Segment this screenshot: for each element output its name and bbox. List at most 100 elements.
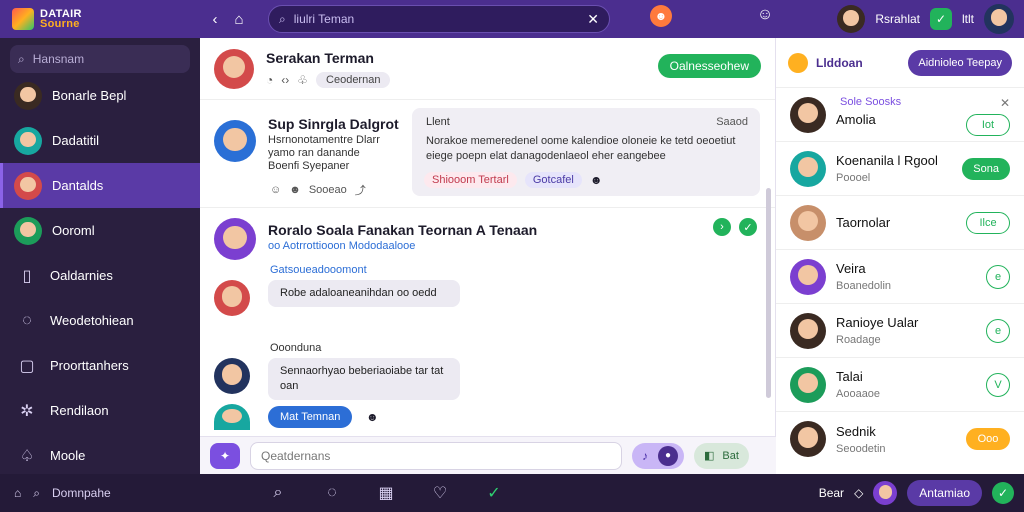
contact-action[interactable]: Ilce [966, 211, 1010, 234]
panel-action-button[interactable]: Aidnioleo Teepay [908, 49, 1012, 76]
message-bubble: Robe adaloaneanihdan oo oedd [268, 280, 460, 307]
contact-action[interactable]: V [986, 372, 1010, 397]
thread-name: Sup Sinrgla Dalgrot [268, 116, 399, 132]
contact-action[interactable]: Ooo [966, 428, 1010, 450]
contact-row[interactable]: Taornolar Ilce [776, 196, 1024, 250]
avatar[interactable] [214, 358, 250, 394]
like-icon[interactable]: ♧ [297, 73, 308, 87]
contact-action[interactable]: e [986, 318, 1010, 343]
top-bar: DATAIR Sourne ‹ ⌂ ⌕ liulri Teman ✕ ☻ ☺ R… [0, 0, 1024, 38]
contact-row[interactable]: Sole Soosks ✕ Amolia Iot [776, 88, 1024, 142]
bottom-bar: ⌂ ⌕ Domnpahe ⌕ ◌ ▦ ♡ ✓ Bear ◇ Antamiao ✓ [0, 474, 1024, 512]
attach-icon[interactable]: ✦ [210, 442, 240, 469]
sidebar-search[interactable]: ⌕ Hansnam [10, 45, 190, 73]
send-label: Bat [722, 449, 739, 462]
bottom-right-label[interactable]: Bear [819, 486, 844, 500]
reply-icon[interactable]: ⤴ [355, 182, 366, 198]
logo-icon [12, 8, 34, 30]
check-icon[interactable]: › [713, 218, 731, 236]
avatar[interactable] [214, 280, 250, 316]
avatar[interactable] [214, 404, 250, 430]
home-icon[interactable]: ⌂ [230, 10, 248, 28]
contact-action[interactable]: Sona [962, 157, 1010, 180]
sidebar-item[interactable]: ✲ Rendilaon [0, 388, 200, 433]
voice-button[interactable]: ♪ ● [632, 442, 684, 469]
sidebar-item[interactable]: ◌ Weodetohiean [0, 298, 200, 343]
sidebar-item[interactable]: ♤ Moole [0, 433, 200, 478]
avatar [14, 171, 42, 200]
bell-icon: ♤ [19, 447, 35, 465]
check-icon[interactable]: ✓ [992, 482, 1014, 504]
sidebar-item[interactable]: Dadatitil [0, 118, 200, 163]
contact-action[interactable]: e [986, 264, 1010, 289]
reply-icon[interactable]: ‹› [281, 73, 289, 87]
card-label: Llent [426, 116, 450, 128]
message-bubble: Sennaorhyao beberiaoiabe tar tat oan [268, 358, 460, 400]
tag[interactable]: Gotcafel [524, 172, 582, 188]
app: DATAIR Sourne ‹ ⌂ ⌕ liulri Teman ✕ ☻ ☺ R… [0, 0, 1024, 512]
search-icon[interactable]: ⌕ [264, 484, 292, 502]
emoji-icon[interactable]: ☻ [590, 173, 603, 187]
contact-row[interactable]: Sednik Seoodetin Ooo [776, 412, 1024, 466]
diamond-icon[interactable]: ◇ [854, 486, 863, 500]
avatar [790, 421, 826, 457]
notification-icon[interactable]: ☻ [650, 5, 672, 27]
sidebar-search-input[interactable]: Hansnam [33, 52, 84, 66]
sidebar-item-active[interactable]: Dantalds [0, 163, 200, 208]
contact-row[interactable]: Talai Aooaaoe V [776, 358, 1024, 412]
status-text: ltlt [962, 12, 974, 26]
avatar[interactable] [873, 481, 898, 505]
people-icon[interactable]: ☺ [754, 6, 776, 28]
sidebar-item[interactable]: ▯ Oaldarnies [0, 253, 200, 298]
close-icon[interactable]: ✕ [1000, 96, 1010, 110]
bottom-action-button[interactable]: Antamiao [907, 480, 982, 506]
scrollbar[interactable] [766, 188, 771, 398]
clock-icon[interactable]: ◔ [266, 73, 273, 87]
check-icon[interactable]: ✓ [480, 483, 508, 503]
contact-row[interactable]: Koenanila l Rgool Poooel Sona [776, 142, 1024, 196]
group-subtitle[interactable]: oo Aotrrottiooon Mododaalooe [268, 240, 415, 252]
heart-icon[interactable]: ☺ [270, 184, 281, 196]
search-bar[interactable]: ⌕ liulri Teman ✕ [268, 5, 610, 33]
contact-row[interactable]: Veira Boanedolin e [776, 250, 1024, 304]
contact-action[interactable]: Iot [966, 114, 1010, 136]
lock-icon[interactable]: ⌂ [14, 486, 21, 500]
contact-row[interactable]: Ranioye Ualar Roadage e [776, 304, 1024, 358]
contact-name: Veira [836, 261, 866, 276]
search-icon: ⌕ [279, 11, 286, 26]
mic-icon: ♪ [642, 448, 648, 463]
clear-icon[interactable]: ✕ [587, 11, 599, 28]
sidebar-item[interactable]: Bonarle Bepl [0, 73, 200, 118]
message-card[interactable]: Llent Saaod Norakoe memeredenel oome kal… [412, 108, 760, 196]
sidebar-item[interactable]: Ooroml [0, 208, 200, 253]
avatar[interactable] [214, 48, 254, 89]
sidebar-item-label: Ooroml [52, 223, 95, 238]
reply-pill[interactable]: Mat Temnan [268, 406, 353, 428]
message-input[interactable]: Qeatdernans [250, 441, 622, 470]
shield-icon[interactable]: ♡ [426, 483, 454, 503]
smile-icon[interactable]: ☻ [289, 184, 301, 196]
logo: DATAIR Sourne [0, 8, 200, 30]
back-icon[interactable]: ‹ [206, 10, 224, 28]
avatar[interactable] [837, 5, 866, 33]
message-meta[interactable]: Gatsoueadooomont [270, 264, 367, 276]
check-icon[interactable]: ✓ [739, 218, 757, 236]
search-input[interactable]: liulri Teman [294, 12, 580, 26]
tag[interactable]: Shiooom Tertarl [424, 172, 517, 188]
chat-chip[interactable]: Ceodernan [316, 71, 391, 88]
status-icon[interactable]: ✓ [930, 8, 952, 30]
bottom-left-label[interactable]: Domnpahe [52, 486, 111, 500]
chat-action-button[interactable]: Oalnesseohew [657, 54, 761, 78]
send-button[interactable]: ◧ Bat [694, 442, 749, 469]
avatar[interactable] [214, 120, 256, 162]
thread: Sup Sinrgla Dalgrot Hsrnonotamentre Dlar… [200, 100, 775, 208]
search-icon[interactable]: ⌕ [33, 486, 40, 501]
emoji-icon[interactable]: ☻ [366, 410, 379, 424]
profile-avatar[interactable] [984, 4, 1014, 34]
sidebar: ⌕ Hansnam Bonarle Bepl Dadatitil Dantald… [0, 38, 200, 474]
user-name: Rsrahlat [875, 12, 920, 26]
sidebar-item[interactable]: ▢ Proorttanhers [0, 343, 200, 388]
grid-icon[interactable]: ▦ [372, 483, 400, 503]
chat-icon[interactable]: ◌ [318, 484, 346, 502]
avatar[interactable] [214, 218, 256, 260]
